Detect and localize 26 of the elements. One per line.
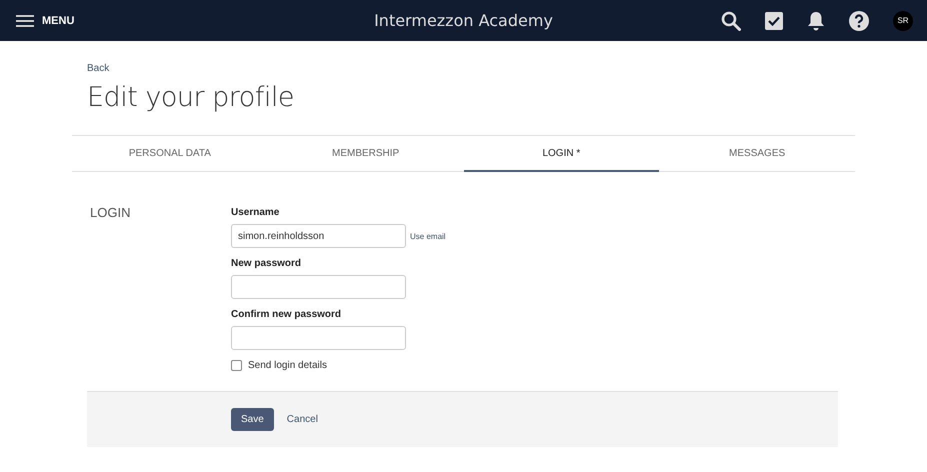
input-field[interactable]: simon.reinholdsson (231, 224, 406, 248)
field-label: Confirm new password (231, 309, 342, 320)
bell-icon[interactable] (807, 10, 825, 30)
section-title: LOGIN (90, 205, 132, 222)
checkbox-icon[interactable] (765, 12, 783, 30)
app-title: Intermezzon Academy (374, 11, 553, 30)
use-email-link[interactable]: Use email (410, 232, 446, 240)
input-field[interactable] (231, 326, 406, 350)
back-link[interactable]: Back (87, 63, 110, 74)
tab[interactable]: LOGIN * (464, 136, 660, 172)
save-button[interactable]: Save (231, 408, 274, 431)
checkbox-label: Send login details (248, 360, 327, 371)
avatar[interactable]: SR (893, 10, 913, 30)
field-label: Username (231, 207, 280, 218)
menu-icon[interactable] (16, 14, 34, 26)
tab[interactable]: PERSONAL DATA (72, 136, 268, 172)
field-label: New password (231, 258, 302, 269)
menu-label[interactable]: MENU (42, 14, 74, 26)
tab[interactable]: MEMBERSHIP (268, 136, 464, 172)
help-icon[interactable] (849, 10, 869, 30)
page-title: Edit your profile (87, 82, 295, 113)
search-icon[interactable] (721, 10, 741, 30)
input-field[interactable] (231, 275, 406, 299)
cancel-link[interactable]: Cancel (286, 414, 318, 425)
checkbox[interactable] (231, 360, 242, 371)
tab[interactable]: MESSAGES (659, 136, 855, 172)
